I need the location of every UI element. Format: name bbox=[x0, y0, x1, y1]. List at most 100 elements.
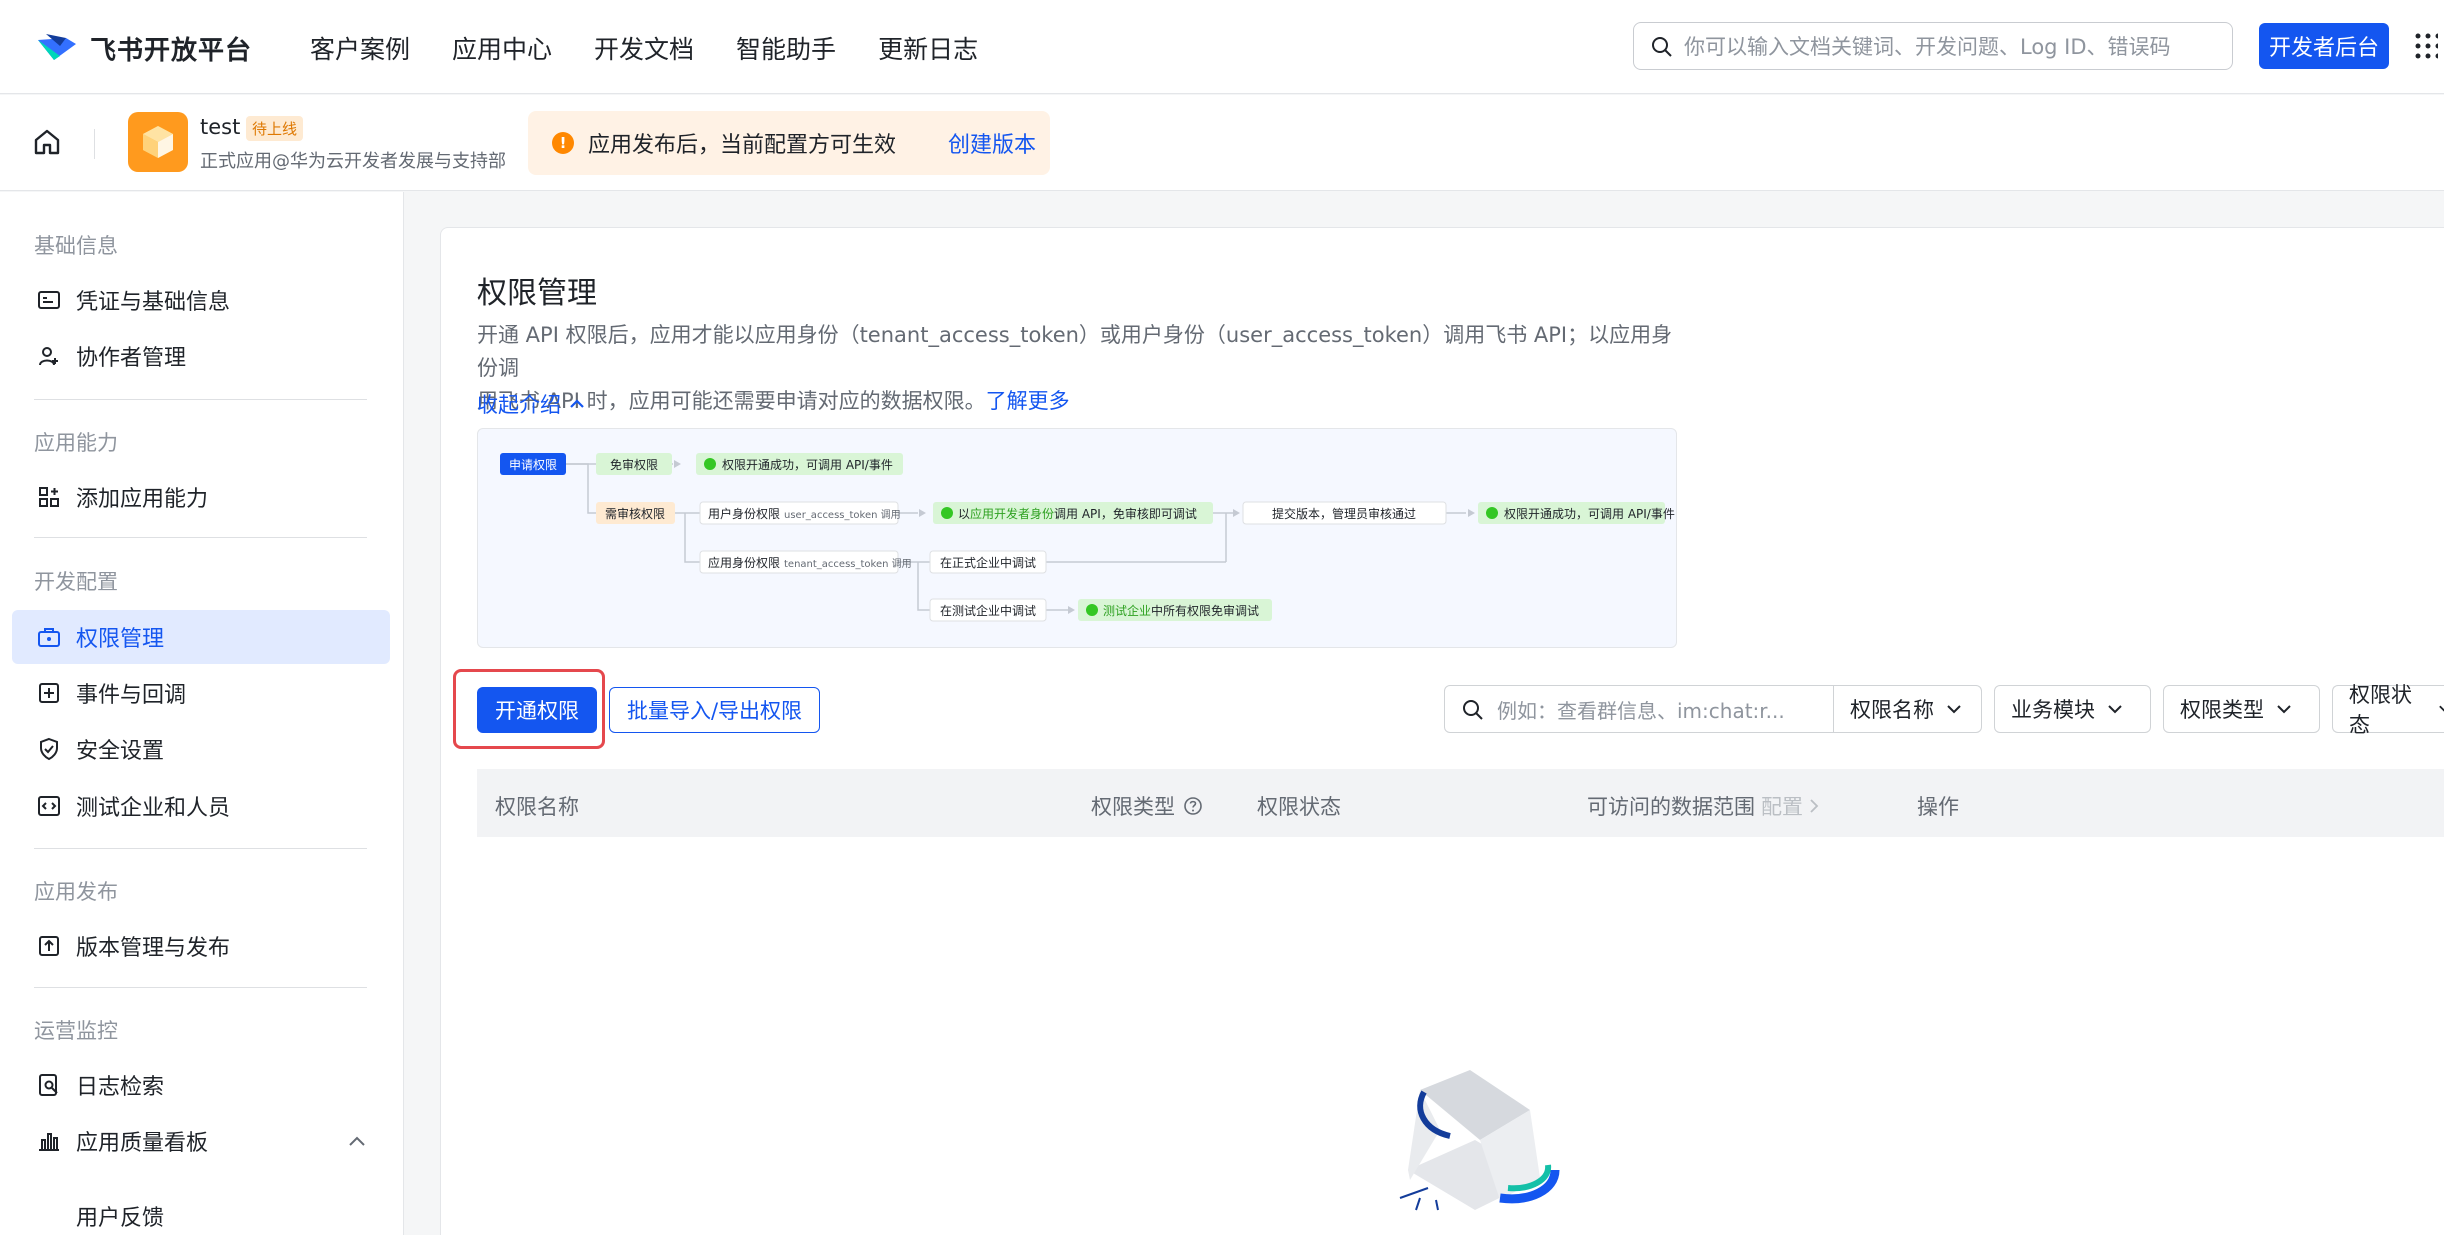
home-icon[interactable] bbox=[32, 127, 62, 157]
nav-link-app-center[interactable]: 应用中心 bbox=[452, 30, 552, 66]
flow-submit-label: 提交版本，管理员审核通过 bbox=[1272, 506, 1416, 521]
nav-links: 客户案例 应用中心 开发文档 智能助手 更新日志 bbox=[310, 30, 1020, 66]
check-icon bbox=[1486, 507, 1498, 519]
create-version-link[interactable]: 创建版本 bbox=[948, 127, 1036, 159]
user-plus-icon bbox=[36, 343, 62, 369]
filter-permission-type[interactable]: 权限类型 bbox=[2163, 685, 2320, 733]
sidebar-item-label: 应用质量看板 bbox=[76, 1131, 209, 1156]
flow-review-label: 需审核权限 bbox=[605, 506, 665, 521]
sidebar-subitem-feedback[interactable]: 用户反馈 bbox=[76, 1200, 164, 1232]
sidebar-item-label: 协作者管理 bbox=[76, 346, 187, 371]
flow-test-free-label: 测试企业中所有权限免审调试 bbox=[1103, 603, 1259, 618]
flow-dev-call-prefix: 以 bbox=[958, 507, 970, 521]
flow-app-identity-label: 应用身份权限 bbox=[708, 555, 780, 570]
chevron-down-icon bbox=[2439, 705, 2444, 712]
nav-link-changelog[interactable]: 更新日志 bbox=[878, 30, 978, 66]
sidebar-item-test-tenant[interactable]: 测试企业和人员 bbox=[12, 779, 390, 833]
filter-business-module[interactable]: 业务模块 bbox=[1994, 685, 2151, 733]
column-actions: 操作 bbox=[1917, 795, 1959, 819]
bar-chart-icon bbox=[36, 1128, 62, 1154]
flow-app-token-label: tenant_access_token 调用 bbox=[784, 558, 912, 570]
id-card-icon bbox=[36, 287, 62, 313]
sidebar-item-permissions[interactable]: 权限管理 bbox=[12, 610, 390, 664]
nav-link-assistant[interactable]: 智能助手 bbox=[736, 30, 836, 66]
developer-console-button[interactable]: 开发者后台 bbox=[2259, 23, 2389, 69]
upload-icon bbox=[36, 933, 62, 959]
batch-import-export-button[interactable]: 批量导入/导出权限 bbox=[609, 687, 820, 733]
sidebar-item-label: 添加应用能力 bbox=[76, 487, 209, 512]
nav-link-cases[interactable]: 客户案例 bbox=[310, 30, 410, 66]
sidebar-item-events[interactable]: 事件与回调 bbox=[12, 666, 390, 720]
flow-free-result-label: 权限开通成功，可调用 API/事件 bbox=[722, 458, 893, 472]
cube-icon bbox=[143, 126, 173, 158]
column-label: 权限类型 bbox=[1091, 795, 1175, 819]
chevron-down-icon bbox=[2108, 705, 2122, 714]
app-header: test 待上线 正式应用@华为云开发者发展与支持部 ! 应用发布后，当前配置方… bbox=[0, 95, 2444, 191]
app-avatar bbox=[128, 112, 188, 172]
shield-icon bbox=[36, 736, 62, 762]
flow-test-free-suffix: 中所有权限免审调试 bbox=[1151, 603, 1259, 618]
permission-filter-bar: 例如：查看群信息、im:chat:r... 权限名称 业务模块 权限类型 权限状… bbox=[1444, 683, 2444, 737]
sidebar-section-monitoring: 运营监控 bbox=[34, 1019, 118, 1043]
sidebar-item-label: 版本管理与发布 bbox=[76, 936, 231, 961]
sidebar-item-add-capability[interactable]: 添加应用能力 bbox=[12, 470, 390, 524]
page-description: 开通 API 权限后，应用才能以应用身份（tenant_access_token… bbox=[477, 319, 1677, 418]
sidebar: 基础信息 凭证与基础信息 协作者管理 应用能力 添加应用能力 开发配置 权限管理… bbox=[0, 192, 404, 1235]
logo-text: 飞书开放平台 bbox=[90, 35, 253, 66]
chevron-right-icon bbox=[1810, 799, 1819, 813]
sidebar-section-release: 应用发布 bbox=[34, 880, 118, 904]
open-permission-button[interactable]: 开通权限 bbox=[477, 687, 597, 733]
flow-prod-debug-label: 在正式企业中调试 bbox=[940, 555, 1036, 570]
user-icon bbox=[1086, 604, 1098, 616]
permission-table-header: 权限名称 权限类型 权限状态 可访问的数据范围 配置 操作 bbox=[477, 769, 2444, 837]
sidebar-item-versions[interactable]: 版本管理与发布 bbox=[12, 919, 390, 973]
configure-link[interactable]: 配置 bbox=[1761, 791, 1803, 821]
nav-link-docs[interactable]: 开发文档 bbox=[594, 30, 694, 66]
sidebar-divider bbox=[34, 987, 367, 988]
sidebar-item-quality-dashboard[interactable]: 应用质量看板 bbox=[12, 1114, 390, 1168]
chevron-down-icon bbox=[2277, 705, 2291, 714]
sidebar-section-basic: 基础信息 bbox=[34, 234, 118, 258]
filter-label: 业务模块 bbox=[2011, 698, 2095, 722]
app-organization: 正式应用@华为云开发者发展与支持部 bbox=[200, 151, 506, 172]
sidebar-divider bbox=[34, 848, 367, 849]
check-icon bbox=[704, 458, 716, 470]
permission-flow-diagram: 申请权限 免审权限 权限开通成功，可调用 API/事件 需审核权限 用户身份权限… bbox=[477, 428, 1677, 648]
sidebar-item-security[interactable]: 安全设置 bbox=[12, 722, 390, 776]
user-icon bbox=[941, 507, 953, 519]
column-label: 可访问的数据范围 bbox=[1587, 795, 1755, 819]
learn-more-link[interactable]: 了解更多 bbox=[986, 389, 1070, 413]
sidebar-section-dev-config: 开发配置 bbox=[34, 570, 118, 594]
flow-free-label: 免审权限 bbox=[610, 457, 658, 472]
sidebar-divider bbox=[34, 537, 367, 538]
description-line-1: 开通 API 权限后，应用才能以应用身份（tenant_access_token… bbox=[477, 323, 1673, 380]
chevron-up-icon bbox=[570, 399, 584, 408]
app-status-badge: 待上线 bbox=[246, 116, 304, 141]
sidebar-section-capabilities: 应用能力 bbox=[34, 431, 118, 455]
search-icon bbox=[1652, 37, 1672, 57]
sidebar-item-collaborators[interactable]: 协作者管理 bbox=[12, 329, 390, 383]
sidebar-item-credentials[interactable]: 凭证与基础信息 bbox=[12, 273, 390, 327]
chevron-down-icon bbox=[1947, 705, 1961, 714]
sidebar-item-log-search[interactable]: 日志检索 bbox=[12, 1058, 390, 1112]
app-grid-icon[interactable] bbox=[2414, 30, 2438, 62]
log-search-icon bbox=[36, 1072, 62, 1098]
column-permission-status: 权限状态 bbox=[1257, 795, 1341, 819]
page-title: 权限管理 bbox=[477, 276, 597, 311]
doc-search-placeholder: 你可以输入文档关键词、开发问题、Log ID、错误码 bbox=[1684, 35, 2171, 59]
filter-permission-status[interactable]: 权限状态 bbox=[2332, 683, 2444, 737]
sidebar-item-label: 测试企业和人员 bbox=[76, 796, 231, 821]
flow-final-label: 权限开通成功，可调用 API/事件 bbox=[1504, 507, 1675, 521]
doc-search-input[interactable]: 你可以输入文档关键词、开发问题、Log ID、错误码 bbox=[1633, 22, 2233, 70]
collapse-intro-toggle[interactable]: 收起介绍 bbox=[477, 389, 585, 419]
help-icon[interactable] bbox=[1183, 796, 1203, 816]
sidebar-item-label: 凭证与基础信息 bbox=[76, 290, 231, 315]
permission-search-input[interactable]: 例如：查看群信息、im:chat:r... bbox=[1444, 685, 1834, 733]
event-add-icon bbox=[36, 680, 62, 706]
filter-label: 权限状态 bbox=[2349, 683, 2412, 737]
filter-permission-name[interactable]: 权限名称 bbox=[1834, 685, 1982, 733]
chevron-up-icon[interactable] bbox=[348, 1135, 366, 1147]
column-permission-type: 权限类型 bbox=[1091, 791, 1203, 821]
filter-label: 权限类型 bbox=[2180, 698, 2264, 722]
feishu-logo[interactable]: 飞书开放平台 bbox=[36, 26, 252, 70]
